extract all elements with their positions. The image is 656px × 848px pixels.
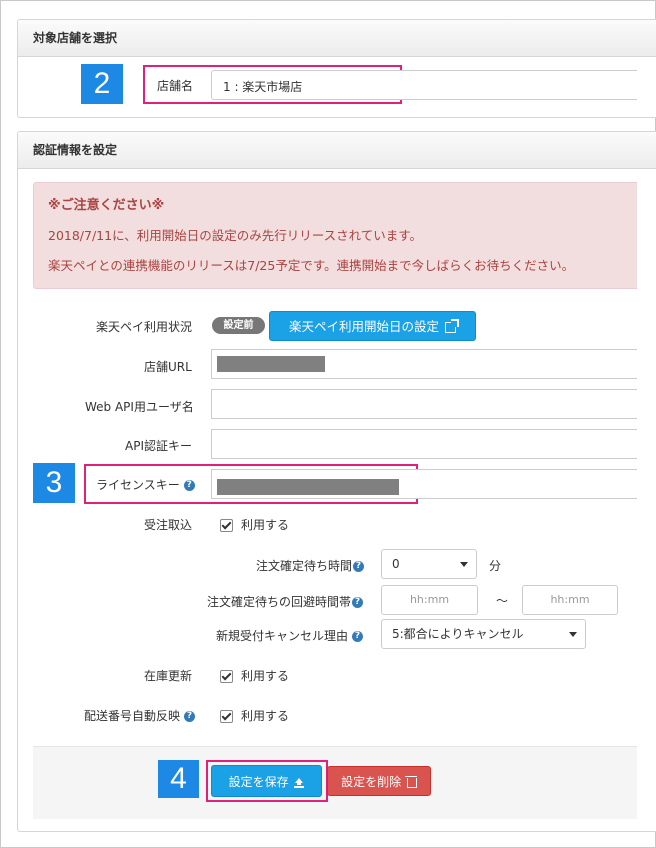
api-key-label: API認証キー — [125, 439, 192, 453]
cancel-reason-select[interactable]: 5:都合によりキャンセル — [381, 619, 586, 649]
order-import-label: 受注取込 — [144, 518, 193, 532]
help-icon[interactable]: ? — [352, 631, 364, 642]
store-url-label: 店舗URL — [144, 360, 192, 374]
shipping-number-label-wrap: 配送番号自動反映? — [84, 707, 196, 724]
api-user-label: Web API用ユーザ名 — [85, 400, 194, 414]
step-3-badge: 3 — [33, 463, 75, 503]
license-key-label-wrap: ライセンスキー? — [96, 476, 195, 493]
api-key-input[interactable] — [211, 429, 637, 459]
delete-button[interactable]: 設定を削除 — [327, 766, 431, 796]
upload-icon — [294, 777, 305, 788]
store-url-redacted — [217, 356, 325, 372]
help-icon[interactable]: ? — [353, 561, 365, 572]
step-4-badge: 4 — [158, 760, 199, 798]
stock-update-checkbox-wrap[interactable]: 利用する — [220, 667, 289, 684]
api-user-input[interactable] — [211, 389, 637, 419]
avoid-time-label-wrap: 注文確定待ちの回避時間帯? — [207, 593, 364, 610]
external-link-icon — [445, 319, 459, 333]
step-2-badge: 2 — [81, 64, 123, 104]
wait-time-value: 0 — [392, 557, 400, 571]
help-icon[interactable]: ? — [352, 597, 364, 608]
store-panel-title: 対象店舗を選択 — [18, 20, 656, 57]
store-name-select[interactable]: 1 : 楽天市場店 — [211, 70, 637, 100]
stock-update-checkbox[interactable] — [220, 670, 233, 683]
order-import-checkbox[interactable] — [220, 519, 233, 532]
shipping-number-checkbox-wrap[interactable]: 利用する — [220, 707, 289, 724]
save-button-label: 設定を保存 — [228, 775, 289, 789]
order-import-checkbox-wrap[interactable]: 利用する — [220, 516, 289, 533]
chevron-down-icon — [460, 562, 468, 567]
shipping-number-checkbox[interactable] — [220, 710, 233, 723]
chevron-down-icon — [569, 632, 577, 637]
wait-time-label-wrap: 注文確定待ち時間? — [256, 557, 365, 574]
order-import-checkbox-label: 利用する — [241, 518, 290, 532]
stock-update-checkbox-label: 利用する — [241, 669, 290, 683]
avoid-time-from-input[interactable]: hh:mm — [381, 585, 478, 615]
stock-update-label: 在庫更新 — [144, 669, 193, 683]
help-icon[interactable]: ? — [183, 480, 195, 491]
store-name-value: 1 : 楽天市場店 — [223, 80, 303, 94]
avoid-time-label: 注文確定待ちの回避時間帯 — [207, 595, 352, 609]
notice-line-1: 2018/7/11に、利用開始日の設定のみ先行リリースされています。 — [48, 228, 422, 243]
delete-button-label: 設定を削除 — [341, 775, 402, 789]
wait-time-select[interactable]: 0 — [381, 549, 477, 579]
wait-time-label: 注文確定待ち時間 — [256, 559, 353, 573]
license-key-label: ライセンスキー — [96, 478, 180, 492]
trash-icon — [404, 775, 417, 788]
shipping-number-checkbox-label: 利用する — [241, 709, 290, 723]
notice-title: ※ご注意ください※ — [48, 198, 165, 213]
help-icon[interactable]: ? — [184, 711, 196, 722]
status-badge: 設定前 — [212, 317, 265, 334]
cancel-reason-value: 5:都合によりキャンセル — [392, 627, 524, 641]
cancel-reason-label-wrap: 新規受付キャンセル理由? — [216, 627, 364, 644]
rakuten-pay-start-date-label: 楽天ペイ利用開始日の設定 — [289, 319, 440, 334]
rakuten-pay-status-label: 楽天ペイ利用状況 — [96, 320, 193, 334]
auth-panel-title: 認証情報を設定 — [18, 132, 656, 169]
rakuten-pay-start-date-button[interactable]: 楽天ペイ利用開始日の設定 — [269, 311, 476, 341]
wait-time-unit: 分 — [489, 559, 502, 573]
save-button[interactable]: 設定を保存 — [211, 765, 322, 797]
shipping-number-label: 配送番号自動反映 — [84, 709, 181, 723]
avoid-time-tilde: 〜 — [496, 594, 509, 608]
cancel-reason-label: 新規受付キャンセル理由 — [216, 629, 349, 643]
store-name-label: 店舗名 — [157, 79, 194, 93]
notice-line-2: 楽天ペイとの連携機能のリリースは7/25予定です。連携開始まで今しばらくお待ちく… — [48, 258, 575, 273]
license-key-redacted — [217, 479, 399, 495]
avoid-time-to-input[interactable]: hh:mm — [522, 585, 618, 615]
